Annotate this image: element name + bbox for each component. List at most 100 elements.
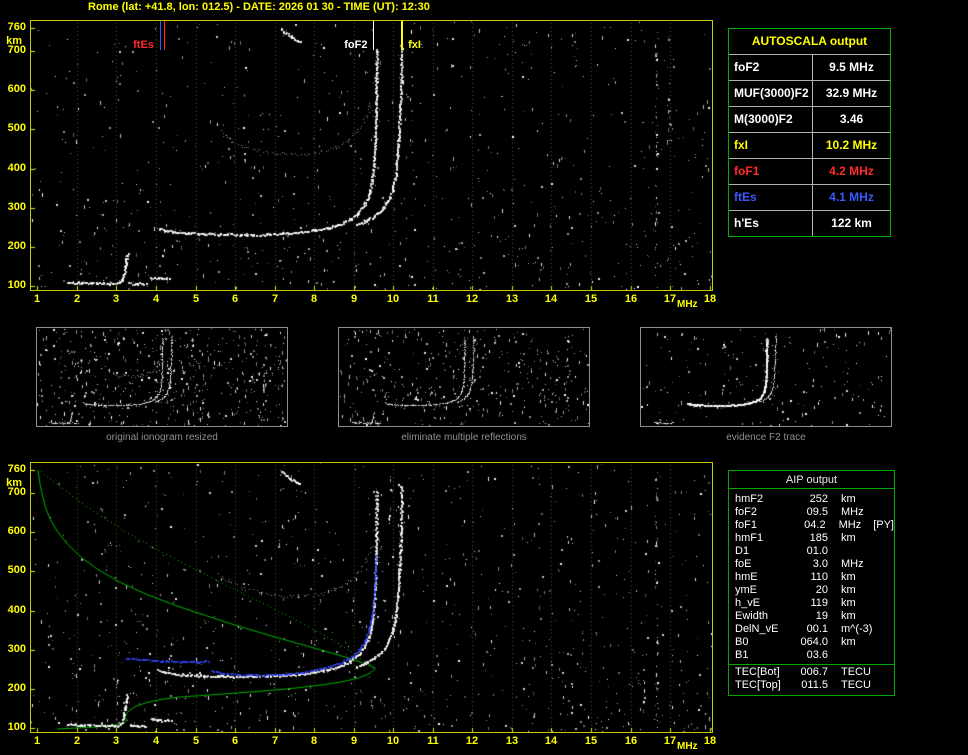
x-tick-label: 6 <box>231 735 239 747</box>
x-tick-label: 4 <box>152 293 160 305</box>
autoscala-param-value: 122 km <box>831 216 872 230</box>
autoscala-param-label: M(3000)F2 <box>729 107 813 132</box>
x-axis-unit: MHz <box>677 299 698 310</box>
aip-box-title: AIP output <box>729 471 894 489</box>
x-tick-label: 11 <box>427 735 439 747</box>
aip-param-name: TEC[Top] <box>735 679 781 691</box>
thumbnail-canvas-original <box>37 328 287 426</box>
aip-param-note: [PY] <box>873 519 894 531</box>
thumbnail-canvas-f2 <box>641 328 891 426</box>
autoscala-param-value: 10.2 MHz <box>825 138 878 152</box>
x-tick-label: 10 <box>386 293 400 305</box>
thumbnail-caption: eliminate multiple reflections <box>401 432 527 443</box>
aip-row-hmF1: hmF1 185 km <box>735 532 894 545</box>
autoscala-row-ftEs: ftEs 4.1 MHz <box>729 185 890 211</box>
aip-row-D1: D1 01.0 <box>735 545 894 558</box>
x-tick-label: 5 <box>192 293 200 305</box>
y-axis-unit: km <box>6 35 22 47</box>
thumbnail-original-ionogram <box>36 327 288 427</box>
aip-row-foF2: foF2 09.5 MHz <box>735 506 894 519</box>
aip-param-value: 064.0 <box>800 636 828 648</box>
aip-row-h_vE: h_vE 119 km <box>735 597 894 610</box>
autoscala-row-foF2: foF2 9.5 MHz <box>729 55 890 81</box>
aip-param-name: hmF2 <box>735 493 764 505</box>
autoscala-param-label: foF2 <box>729 55 813 80</box>
autoscala-row-fxI: fxI 10.2 MHz <box>729 133 890 159</box>
x-tick-label: 16 <box>624 735 638 747</box>
x-tick-label: 13 <box>505 293 519 305</box>
x-tick-label: 9 <box>350 293 358 305</box>
aip-param-unit: m^(-3) <box>841 623 873 635</box>
aip-param-name: TEC[Bot] <box>735 666 780 678</box>
aip-param-name: foF2 <box>735 506 758 518</box>
aip-param-name: h_vE <box>735 597 761 609</box>
x-tick-label: 2 <box>73 293 81 305</box>
top-plot-y-axis: 760 700 600 500 400 300 200 100 km <box>0 20 28 294</box>
thumbnail-canvas-reflections <box>339 328 589 426</box>
x-tick-label: 12 <box>465 293 479 305</box>
aip-param-value: 04.2 <box>804 519 826 531</box>
x-tick-label: 3 <box>112 735 120 747</box>
y-tick-label: 200 <box>7 682 26 694</box>
aip-param-name: B1 <box>735 649 749 661</box>
autoscala-param-label: fxI <box>729 133 813 158</box>
aip-param-value: 110 <box>810 571 828 583</box>
autoscala-row-MUF(3000)F2: MUF(3000)F2 32.9 MHz <box>729 81 890 107</box>
aip-param-unit: TECU <box>841 666 871 678</box>
autoscala-param-label: ftEs <box>729 185 813 210</box>
aip-param-unit: km <box>841 571 856 583</box>
aip-param-name: B0 <box>735 636 749 648</box>
y-tick-label: 300 <box>7 201 26 213</box>
x-tick-label: 14 <box>544 735 558 747</box>
aip-row-DelN_vE: DelN_vE 00.1 m^(-3) <box>735 623 894 636</box>
aip-param-unit: TECU <box>841 679 871 691</box>
aip-param-value: 03.6 <box>806 649 828 661</box>
aip-tec-separator <box>729 664 894 665</box>
x-tick-label: 10 <box>386 735 400 747</box>
aip-row-Ewidth: Ewidth 19 km <box>735 610 894 623</box>
station-date-title: Rome (lat: +41.8, lon: 012.5) - DATE: 20… <box>88 1 430 13</box>
thumbnail-f2-trace <box>640 327 892 427</box>
autoscala-param-value: 4.1 MHz <box>829 190 874 204</box>
x-tick-label: 18 <box>703 293 717 305</box>
aip-row-hmF2: hmF2 252 km <box>735 493 894 506</box>
y-tick-label: 100 <box>7 279 26 291</box>
y-tick-label: 100 <box>7 721 26 733</box>
aip-row-foF1: foF1 04.2 MHz [PY] <box>735 519 894 532</box>
aip-param-value: 185 <box>809 532 828 544</box>
y-tick-label: 500 <box>7 122 26 134</box>
aip-param-name: D1 <box>735 545 750 557</box>
aip-param-value: 119 <box>810 597 828 609</box>
x-tick-label: 2 <box>73 735 81 747</box>
aip-param-unit: km <box>841 610 856 622</box>
autoscala-param-value: 3.46 <box>839 112 864 126</box>
x-tick-label: 8 <box>310 735 318 747</box>
aip-row-B1: B1 03.6 <box>735 649 894 662</box>
autoscala-param-label: h'Es <box>729 211 813 236</box>
y-tick-label: 760 <box>7 21 26 33</box>
bottom-plot-y-axis: 760 700 600 500 400 300 200 100 km <box>0 462 28 736</box>
x-tick-label: 8 <box>310 293 318 305</box>
aip-rows: hmF2 252 km foF2 09.5 MHz foF1 04.2 MHz [PY] hmF1 1… <box>729 489 894 695</box>
autoscala-param-value: 9.5 MHz <box>829 60 874 74</box>
aip-param-unit: MHz <box>841 558 864 570</box>
autoscala-row-h'Es: h'Es 122 km <box>729 211 890 236</box>
bottom-plot-x-axis: 1 2 3 4 5 6 7 8 9 10 11 12 13 14 15 16 17 18 MHz <box>30 735 725 752</box>
aip-param-value: 20 <box>815 584 828 596</box>
y-tick-label: 600 <box>7 525 26 537</box>
aip-param-name: hmE <box>735 571 758 583</box>
aip-param-name: ymE <box>735 584 757 596</box>
aip-param-value: 3.0 <box>812 558 828 570</box>
aip-param-value: 011.5 <box>801 679 828 691</box>
autoscala-table-rows: foF2 9.5 MHz MUF(3000)F2 32.9 MHz M(3000)F2 3… <box>729 55 890 236</box>
x-axis-unit: MHz <box>677 741 698 752</box>
y-tick-label: 300 <box>7 643 26 655</box>
autoscala-output-table: AUTOSCALA output foF2 9.5 MHz MUF(3000)F2 3… <box>728 28 891 237</box>
x-tick-label: 18 <box>703 735 717 747</box>
autoscala-param-value: 32.9 MHz <box>825 86 878 100</box>
aip-param-value: 01.0 <box>806 545 828 557</box>
aip-row-TEC[Bot]: TEC[Bot] 006.7 TECU <box>735 666 894 679</box>
x-tick-label: 1 <box>33 735 41 747</box>
aip-param-name: foF1 <box>735 519 758 531</box>
aip-param-unit: km <box>841 584 856 596</box>
